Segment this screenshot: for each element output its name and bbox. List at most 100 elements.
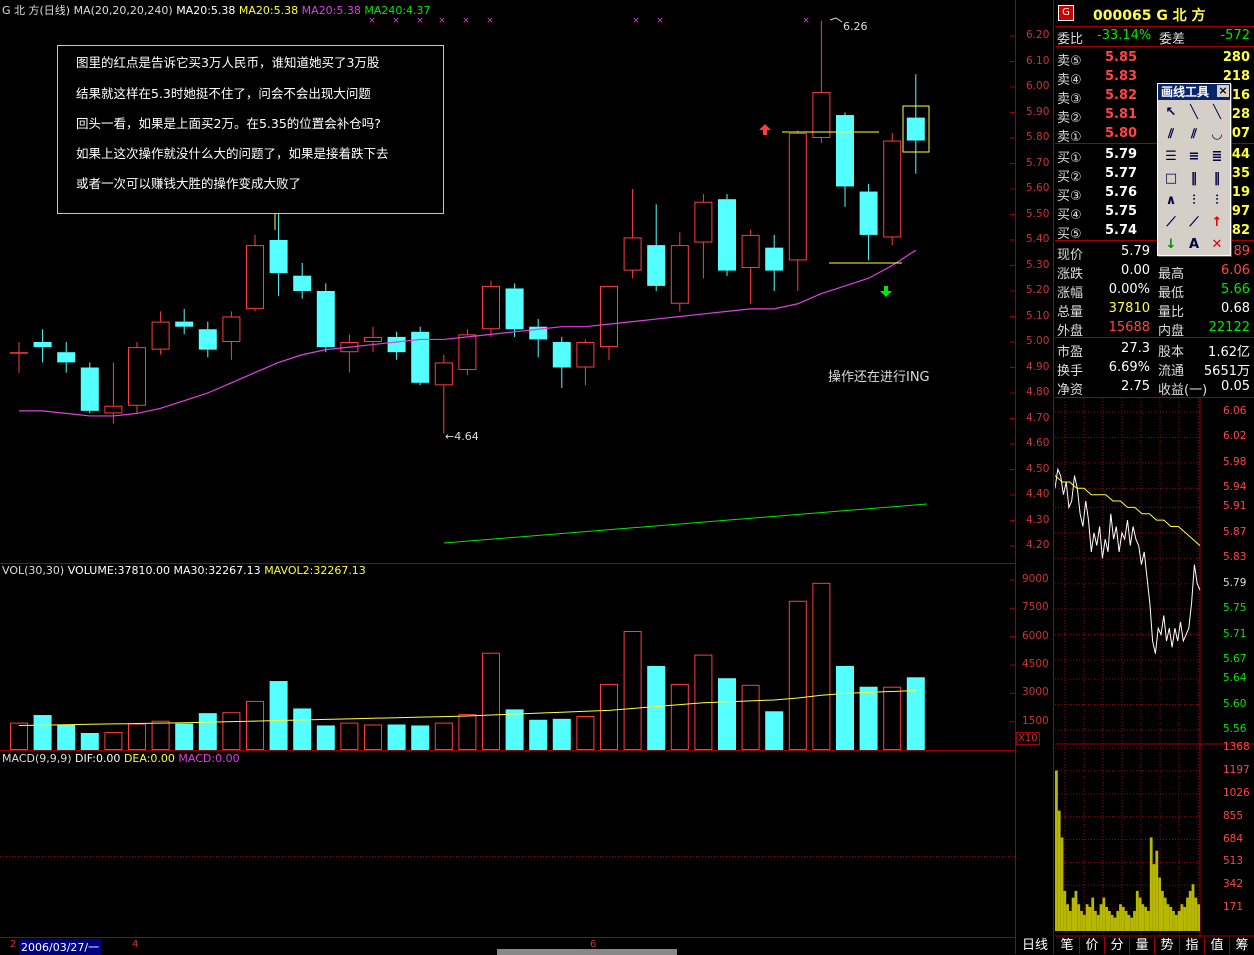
- grid-lines-icon[interactable]: ≣: [1207, 147, 1227, 166]
- volume-bar[interactable]: [80, 733, 99, 750]
- candle[interactable]: [222, 311, 241, 360]
- candle[interactable]: [694, 194, 713, 279]
- candle[interactable]: [293, 262, 312, 299]
- tab-6[interactable]: 指: [1180, 937, 1205, 954]
- volume-bar[interactable]: [434, 722, 453, 750]
- volume-bar[interactable]: [552, 718, 571, 750]
- angle-fan-icon[interactable]: ⟋: [1184, 213, 1204, 232]
- volume-bar[interactable]: [505, 709, 524, 750]
- candle[interactable]: [10, 342, 28, 373]
- volume-bar[interactable]: [765, 711, 784, 750]
- tab-5[interactable]: 势: [1155, 937, 1180, 954]
- volume-bar[interactable]: [670, 683, 689, 751]
- speed-lines-icon[interactable]: ⫶: [1207, 191, 1227, 210]
- volume-bar[interactable]: [718, 678, 736, 750]
- candle[interactable]: [33, 329, 52, 363]
- candle[interactable]: [647, 204, 666, 291]
- candle[interactable]: [482, 280, 500, 337]
- channel-icon[interactable]: ⫽: [1184, 125, 1204, 144]
- rectangle-tool-icon[interactable]: □: [1161, 169, 1181, 188]
- candle[interactable]: [600, 285, 618, 360]
- volume-bar[interactable]: [246, 700, 264, 751]
- candle[interactable]: [670, 232, 689, 312]
- candle[interactable]: [552, 336, 571, 388]
- cross-delete-icon[interactable]: ✕: [1207, 235, 1227, 254]
- toolbox-close-button[interactable]: ×: [1217, 85, 1229, 97]
- toolbox-titlebar[interactable]: 画线工具 ×: [1158, 84, 1230, 100]
- candle[interactable]: [411, 326, 430, 386]
- drawing-toolbox[interactable]: 画线工具 × ↖ ╲ ╲ ⫽ ⫽ ◡ ☰ ≡ ≣ □ ‖ ‖ ∧ ⫶ ⫶ ⟋ ⟋ ↑ ↓ A ✕: [1157, 83, 1231, 256]
- tab-8[interactable]: 筹: [1230, 937, 1254, 954]
- volume-bar[interactable]: [906, 677, 925, 750]
- volume-bar[interactable]: [175, 723, 194, 750]
- candle[interactable]: [104, 362, 123, 424]
- candle[interactable]: [836, 112, 854, 207]
- candle[interactable]: [316, 283, 335, 353]
- volume-bar[interactable]: [883, 686, 902, 751]
- candle[interactable]: [80, 362, 99, 414]
- volume-bar[interactable]: [364, 724, 382, 750]
- tab-daily[interactable]: 日线: [1018, 937, 1052, 954]
- candle[interactable]: [246, 234, 264, 312]
- volume-bar[interactable]: [576, 716, 595, 750]
- volume-bar[interactable]: [151, 720, 170, 751]
- candle[interactable]: [765, 234, 784, 291]
- candle[interactable]: [906, 74, 925, 174]
- arc-tool-icon[interactable]: ◡: [1207, 125, 1227, 144]
- line-tool-icon[interactable]: ╲: [1184, 103, 1204, 122]
- up-arrow-icon[interactable]: ↑: [1207, 213, 1227, 232]
- volume-bar[interactable]: [293, 708, 312, 750]
- volume-bar[interactable]: [623, 631, 642, 750]
- horizontal-scrollbar[interactable]: [497, 949, 677, 955]
- volume-bar[interactable]: [647, 665, 666, 750]
- fib-time-icon[interactable]: ‖: [1207, 169, 1227, 188]
- candle[interactable]: [741, 229, 760, 304]
- level-lines-icon[interactable]: ≡: [1184, 147, 1204, 166]
- candle[interactable]: [269, 201, 288, 297]
- volume-bar[interactable]: [198, 713, 217, 750]
- volume-bar[interactable]: [33, 715, 52, 750]
- polyline-tool-icon[interactable]: ∧: [1161, 191, 1181, 210]
- candle[interactable]: [505, 283, 524, 337]
- volume-bar[interactable]: [10, 722, 28, 750]
- volume-bar[interactable]: [812, 582, 831, 750]
- tab-2[interactable]: 价: [1080, 937, 1105, 954]
- text-tool-icon[interactable]: A: [1184, 235, 1204, 254]
- volume-bar[interactable]: [316, 725, 335, 750]
- volume-bar[interactable]: [222, 712, 241, 751]
- volume-bar[interactable]: [104, 732, 123, 750]
- tab-3[interactable]: 分: [1105, 937, 1130, 954]
- volume-bar[interactable]: [741, 684, 760, 750]
- volume-bar[interactable]: [529, 719, 548, 750]
- candle[interactable]: [718, 194, 736, 276]
- tab-4[interactable]: 量: [1130, 937, 1155, 954]
- candle[interactable]: [859, 183, 878, 261]
- volume-bar[interactable]: [458, 714, 477, 750]
- tab-1[interactable]: 笔: [1055, 937, 1080, 954]
- volume-bar[interactable]: [387, 724, 406, 751]
- volume-bar[interactable]: [340, 722, 359, 750]
- volume-bar[interactable]: [269, 681, 288, 750]
- volume-bar[interactable]: [57, 724, 76, 751]
- candle[interactable]: [812, 20, 831, 144]
- cycle-lines-icon[interactable]: ‖: [1184, 169, 1204, 188]
- candle[interactable]: [198, 321, 217, 358]
- candle[interactable]: [128, 342, 146, 414]
- tab-7[interactable]: 值: [1205, 937, 1230, 954]
- candle[interactable]: [788, 130, 807, 291]
- candle[interactable]: [151, 311, 170, 355]
- candle[interactable]: [175, 308, 194, 335]
- fib-retrace-icon[interactable]: ☰: [1161, 147, 1181, 166]
- candle[interactable]: [883, 132, 902, 246]
- candle[interactable]: [623, 189, 642, 279]
- volume-bar[interactable]: [482, 652, 500, 751]
- candle[interactable]: [434, 354, 453, 434]
- volume-bar[interactable]: [600, 683, 618, 751]
- candle[interactable]: [364, 326, 382, 353]
- candle[interactable]: [340, 334, 359, 373]
- candle[interactable]: [57, 342, 76, 373]
- volume-bar[interactable]: [836, 665, 854, 750]
- volume-bar[interactable]: [128, 723, 146, 750]
- volume-bar[interactable]: [788, 600, 807, 750]
- parallel-line-icon[interactable]: ⫽: [1161, 125, 1181, 144]
